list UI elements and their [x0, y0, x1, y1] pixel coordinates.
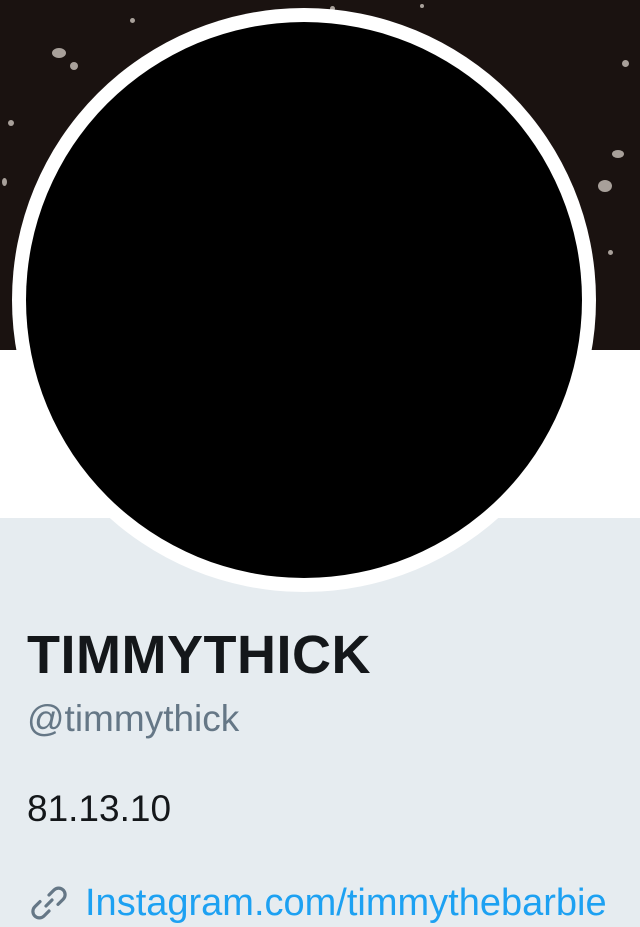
website-link[interactable]: Instagram.com/timmythebarbie [85, 880, 607, 926]
banner-speck [52, 48, 66, 58]
banner-speck [8, 120, 14, 126]
banner-speck [608, 250, 613, 255]
banner-speck [420, 4, 424, 8]
profile-bio: 81.13.10 [27, 788, 172, 829]
banner-speck [598, 180, 612, 192]
banner-speck [622, 60, 629, 67]
profile-display-name[interactable]: TIMMYTHICK [27, 624, 371, 686]
banner-speck [130, 18, 135, 23]
banner-speck [2, 178, 7, 186]
banner-speck [70, 62, 78, 70]
profile-website: Instagram.com/timmythebarbie [27, 879, 607, 927]
avatar[interactable] [26, 22, 582, 578]
profile-handle[interactable]: @timmythick [27, 697, 239, 741]
banner-speck [612, 150, 624, 158]
link-icon [27, 881, 71, 925]
